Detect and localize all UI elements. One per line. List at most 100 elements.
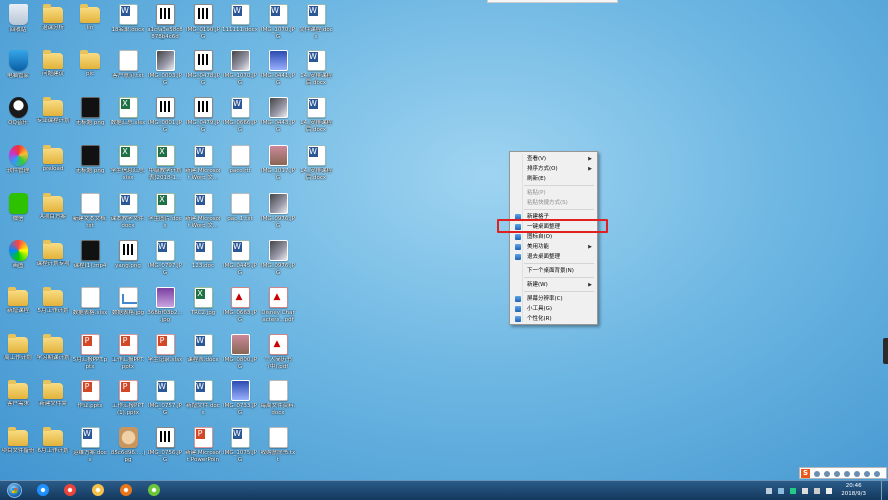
- desktop-icon[interactable]: IMG_1017.JPG: [260, 143, 296, 190]
- explorer-taskbar-icon[interactable]: [90, 483, 106, 498]
- clock[interactable]: 20:46 2018/9/3: [841, 482, 866, 498]
- desktop-icon[interactable]: 数据表格.jpg: [110, 285, 146, 332]
- ime-emoji-icon[interactable]: [834, 471, 840, 477]
- desktop-icon[interactable]: 学生记录.xlsx: [147, 332, 183, 379]
- desktop-icon[interactable]: 课程计划专项: [35, 238, 71, 285]
- desktop-icon[interactable]: 5月工作计划: [35, 285, 71, 332]
- ime-voice-icon[interactable]: [844, 471, 850, 477]
- desktop-icon[interactable]: 退课分析: [35, 2, 71, 49]
- volume-icon[interactable]: [826, 488, 832, 494]
- desktop-icon[interactable]: IMG_0003.JPG: [147, 48, 183, 95]
- desktop-icon[interactable]: Disney Characters...pdf: [260, 285, 296, 332]
- menu-item-resolution[interactable]: 屏幕分辨率(C): [512, 294, 595, 304]
- qq-browser-taskbar-icon[interactable]: [146, 483, 162, 498]
- desktop-icon[interactable]: IMG_0001.JPG: [147, 95, 183, 142]
- ime-keyboard-icon[interactable]: [854, 471, 860, 477]
- desktop-icon[interactable]: 微信: [0, 191, 36, 238]
- desktop-icon[interactable]: IMG_0443.JPG: [260, 95, 296, 142]
- desktop-icon[interactable]: 14_安排课程后.docx: [298, 95, 334, 142]
- menu-item-icon-auto[interactable]: 图标自(O): [512, 232, 595, 242]
- desktop-icon[interactable]: 项目文件备份: [0, 425, 36, 472]
- menu-item-paste[interactable]: 粘贴(P): [512, 188, 595, 198]
- tray-arrow-icon[interactable]: [766, 488, 772, 494]
- start-button[interactable]: [7, 483, 22, 498]
- desktop-icon[interactable]: IMG_1070.JPG: [222, 48, 258, 95]
- network-icon[interactable]: [802, 488, 808, 494]
- desktop-icon[interactable]: IMG_1075.JPG: [222, 425, 258, 472]
- desktop-icon[interactable]: 新建文件夹: [35, 378, 71, 425]
- ime-menu-icon[interactable]: [874, 471, 880, 477]
- desktop-icon[interactable]: 工作汇报PPT.pptx: [110, 332, 146, 379]
- desktop-icon[interactable]: 工作汇报PPT(1).pptx: [110, 378, 146, 425]
- desktop-icon[interactable]: IMG_0976.JPG: [260, 191, 296, 238]
- desktop-icon[interactable]: IMG_0479.JPG: [185, 95, 221, 142]
- desktop-icon[interactable]: IMG_0666.JPG: [222, 95, 258, 142]
- menu-item-exit-organize[interactable]: 退去桌面整理: [512, 252, 595, 262]
- desktop-icon[interactable]: 收购意向书.txt: [260, 425, 296, 472]
- desktop-icon[interactable]: pic: [72, 48, 108, 95]
- desktop-icon[interactable]: 新建 Microsoft Word 文...: [185, 191, 221, 238]
- desktop-icon[interactable]: 作业.pptx: [72, 378, 108, 425]
- desktop-icon[interactable]: 软件管理: [0, 143, 36, 190]
- desktop-icon[interactable]: 新建文本文档.txt: [72, 191, 108, 238]
- desktop-icon[interactable]: 画图: [0, 238, 36, 285]
- desktop-icon[interactable]: IMG_0800.JPG: [222, 332, 258, 379]
- desktop-icon[interactable]: 运维方案.docx: [72, 425, 108, 472]
- desktop-icon[interactable]: TRC2.jpg: [185, 285, 221, 332]
- desktop-icon[interactable]: IMG_0756.JPG: [147, 425, 183, 472]
- desktop-icon[interactable]: 6月工作计划: [35, 425, 71, 472]
- desktop-icon[interactable]: 客户需求: [0, 378, 36, 425]
- desktop-icon[interactable]: IMG_0757.JPG: [147, 378, 183, 425]
- desktop-icon[interactable]: IMG_0190.JPG: [185, 2, 221, 49]
- desktop-icon[interactable]: pac_1.txt: [222, 191, 258, 238]
- menu-item-paste-shortcut[interactable]: 粘贴快捷方式(S): [512, 198, 595, 208]
- desktop-icon[interactable]: 每周文件资料.docx: [260, 378, 296, 425]
- menu-item-personalize[interactable]: 个性化(R): [512, 314, 595, 324]
- menu-item-next-background[interactable]: 下一个桌面背景(N): [512, 266, 595, 276]
- firefox-taskbar-icon[interactable]: [118, 483, 134, 498]
- desktop-icon[interactable]: QQ音乐: [0, 95, 36, 142]
- desktop-icon[interactable]: 问题建议: [35, 48, 71, 95]
- desktop-icon[interactable]: IMG_0797.JPG: [147, 238, 183, 285]
- desktop-icon[interactable]: 专业课程计划: [35, 95, 71, 142]
- desktop-icon[interactable]: 中级教学计划表(2018-1...: [147, 143, 183, 190]
- desktop-icon[interactable]: 368bf03b2... .jpg: [147, 285, 183, 332]
- desktop-icon[interactable]: 14_安排课程后.docx: [298, 48, 334, 95]
- desktop-icon[interactable]: 111111.docx: [222, 2, 258, 49]
- desktop-icon[interactable]: IMG_0976.JPG: [260, 238, 296, 285]
- desktop-icon[interactable]: lin: [72, 2, 108, 49]
- desktop-icon[interactable]: 电脑管家: [0, 48, 36, 95]
- desktop-icon[interactable]: 5月汇报PPT.pptx: [72, 332, 108, 379]
- menu-item-sort[interactable]: 排序方式(O) ▶: [512, 164, 595, 174]
- menu-item-refresh[interactable]: 刷新(E): [512, 174, 595, 184]
- desktop-icon[interactable]: 数据汇总.xlsx: [110, 95, 146, 142]
- desktop-icon[interactable]: a1cfa3e58c8878b4c6d6...: [147, 2, 183, 49]
- ime-skin-icon[interactable]: [864, 471, 870, 477]
- desktop-icon[interactable]: IMG_0733.JPG: [222, 378, 258, 425]
- flag-icon[interactable]: [814, 488, 820, 494]
- desktop-icon[interactable]: IMG_1070.JPG: [260, 2, 296, 49]
- desktop-icon[interactable]: 个人简历书(中).pdf: [260, 332, 296, 379]
- desktop-icon[interactable]: 85c6d96... .jpg: [110, 425, 146, 472]
- desktop-icon[interactable]: preload: [35, 143, 71, 190]
- desktop-icon[interactable]: 新建 Microsoft PowerPoint...: [185, 425, 221, 472]
- menu-item-features[interactable]: 美用功能 ▶: [512, 242, 595, 252]
- desktop-icon[interactable]: 数据表格.xlsx: [72, 285, 108, 332]
- desktop-icon[interactable]: 回收站: [0, 2, 36, 49]
- desktop-icon[interactable]: 客户意见.txt: [110, 48, 146, 95]
- ime-toolbar[interactable]: S: [799, 467, 887, 479]
- desktop-icon[interactable]: 123.doc: [185, 238, 221, 285]
- desktop-icon[interactable]: 无标题.png: [72, 95, 108, 142]
- ime-mode-icon[interactable]: [814, 471, 820, 477]
- desktop-icon[interactable]: 18名单.docx: [110, 2, 146, 49]
- desktop-icon[interactable]: 学习期课计划: [35, 332, 71, 379]
- desktop-icon[interactable]: IMG_0445.JPG: [222, 238, 258, 285]
- tray-security-icon[interactable]: [790, 488, 796, 494]
- desktop-icon[interactable]: 课本教学文件.docx: [110, 191, 146, 238]
- desktop-icon[interactable]: 文件课程.docx: [298, 2, 334, 49]
- desktop-icon[interactable]: IMG_0663.JPG: [222, 285, 258, 332]
- desktop-icon[interactable]: 14_安排课程后.docx: [298, 143, 334, 190]
- desktop-icon[interactable]: IMG_0441.JPG: [260, 48, 296, 95]
- desktop-icon[interactable]: 课程(1).mp4: [72, 238, 108, 285]
- desktop-icon[interactable]: 学生信息汇总.xlsx: [110, 143, 146, 190]
